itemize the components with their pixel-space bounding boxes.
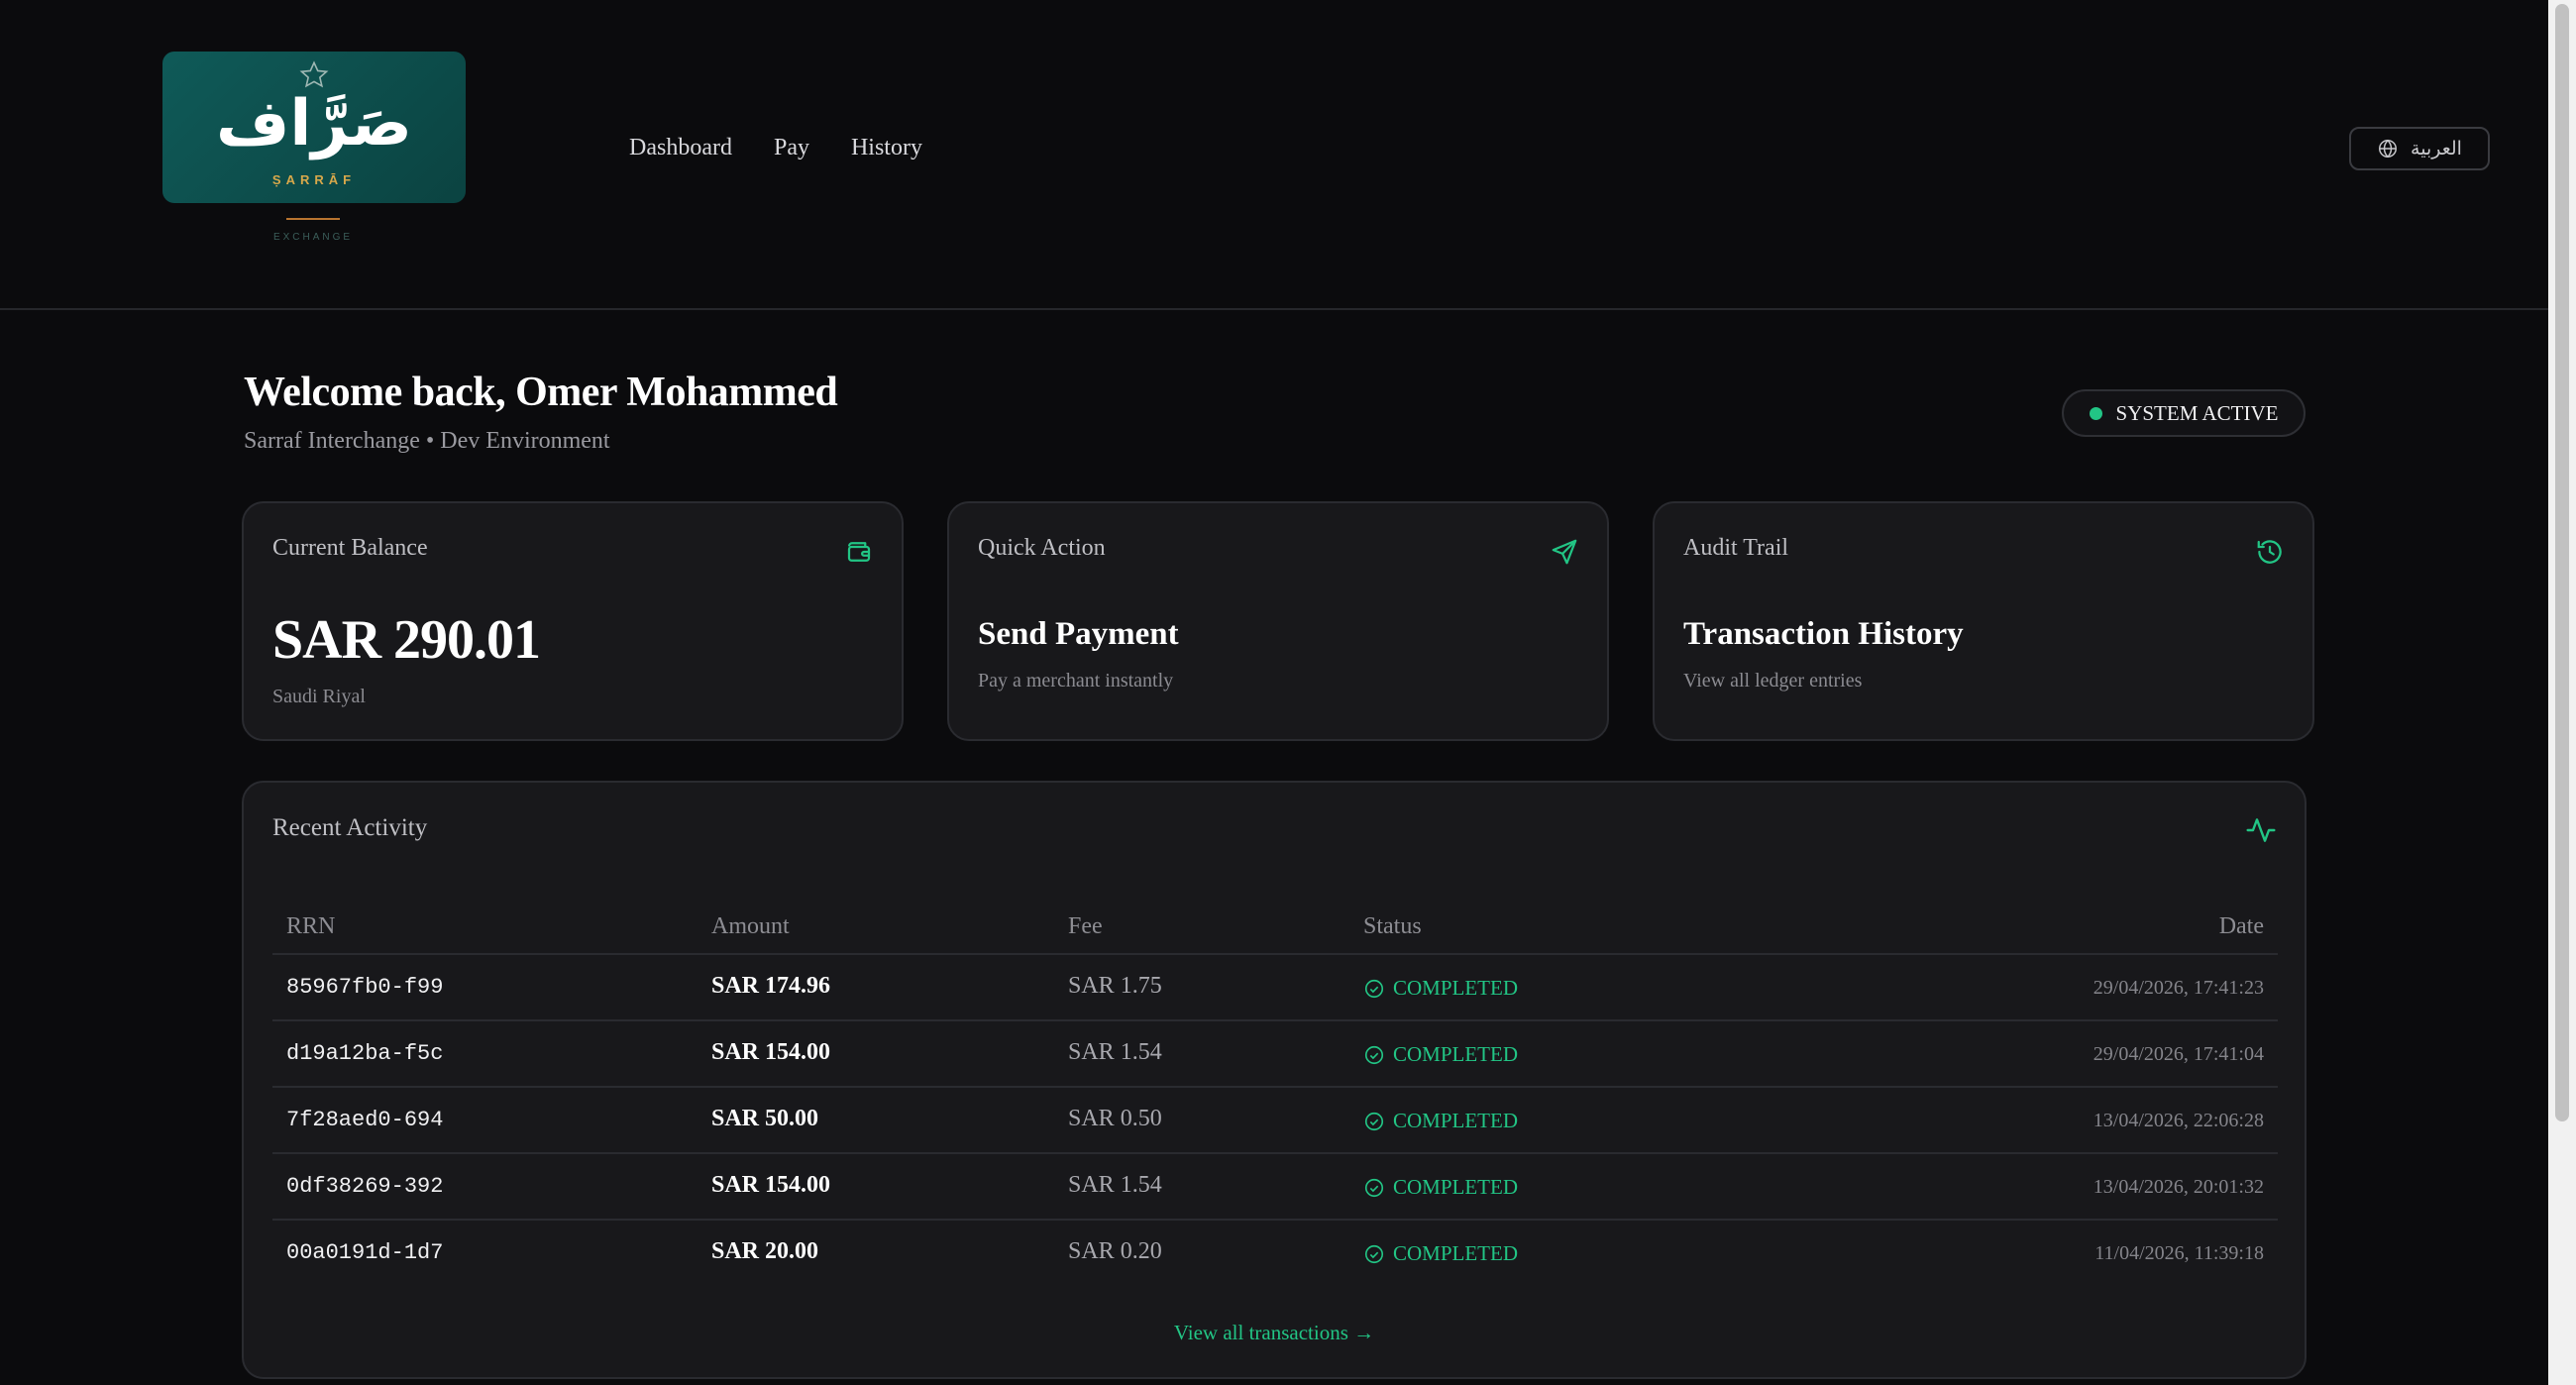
main-nav: Dashboard Pay History — [629, 135, 922, 161]
brand-logo[interactable]: صَرَّاف ṢARRĀF — [162, 52, 466, 203]
check-circle-icon — [1364, 1178, 1384, 1197]
nav-dashboard[interactable]: Dashboard — [629, 135, 732, 161]
balance-amount: SAR 290.01 — [272, 609, 541, 671]
language-toggle-button[interactable]: العربية — [2349, 127, 2490, 170]
row-date: 29/04/2026, 17:41:04 — [2093, 1043, 2264, 1065]
send-payment-card[interactable]: Quick Action Send Payment Pay a merchant… — [947, 501, 1609, 741]
transaction-history-card[interactable]: Audit Trail Transaction History View all… — [1653, 501, 2314, 741]
check-circle-icon — [1364, 1045, 1384, 1064]
nav-pay[interactable]: Pay — [774, 135, 809, 161]
row-amount: SAR 174.96 — [711, 973, 831, 999]
language-label: العربية — [2411, 138, 2462, 160]
status-dot-icon — [2089, 406, 2102, 420]
recent-activity-title: Recent Activity — [272, 814, 428, 841]
history-icon — [2257, 540, 2282, 564]
table-row[interactable]: 7f28aed0-694 SAR 50.00 SAR 0.50 COMPLETE… — [272, 1088, 2278, 1154]
row-rrn: d19a12ba-f5c — [286, 1041, 444, 1066]
send-payment-description: Pay a merchant instantly — [978, 670, 1174, 692]
row-date: 11/04/2026, 11:39:18 — [2094, 1242, 2264, 1264]
row-rrn: 0df38269-392 — [286, 1174, 444, 1199]
column-date: Date — [2218, 913, 2264, 939]
row-fee: SAR 0.20 — [1068, 1238, 1162, 1264]
brand-divider — [286, 218, 340, 220]
row-rrn: 00a0191d-1d7 — [286, 1240, 444, 1265]
globe-icon — [2379, 139, 2398, 159]
balance-card-label: Current Balance — [272, 535, 428, 561]
brand-tagline: EXCHANGE — [272, 232, 354, 243]
row-fee: SAR 0.50 — [1068, 1106, 1162, 1131]
row-amount: SAR 50.00 — [711, 1106, 819, 1131]
table-row[interactable]: 00a0191d-1d7 SAR 20.00 SAR 0.20 COMPLETE… — [272, 1221, 2278, 1285]
row-status: COMPLETED — [1363, 976, 1518, 1001]
quick-action-label: Quick Action — [978, 535, 1106, 561]
audit-trail-label: Audit Trail — [1683, 535, 1789, 561]
row-status-label: COMPLETED — [1393, 1241, 1518, 1265]
table-header: RRN Amount Fee Status Date — [272, 913, 2278, 955]
system-status-label: SYSTEM ACTIVE — [2115, 400, 2279, 425]
transaction-history-description: View all ledger entries — [1683, 670, 1863, 692]
welcome-subtitle: Sarraf Interchange • Dev Environment — [244, 428, 610, 454]
recent-activity-panel: Recent Activity RRN Amount Fee Status Da… — [242, 781, 2307, 1379]
check-circle-icon — [1364, 1244, 1384, 1263]
row-fee: SAR 1.54 — [1068, 1172, 1162, 1198]
check-circle-icon — [1364, 979, 1384, 998]
nav-history[interactable]: History — [851, 135, 922, 161]
row-fee: SAR 1.54 — [1068, 1039, 1162, 1065]
row-date: 29/04/2026, 17:41:23 — [2093, 977, 2264, 999]
send-payment-title: Send Payment — [978, 616, 1179, 652]
welcome-title: Welcome back, Omer Mohammed — [244, 370, 838, 415]
table-row[interactable]: 0df38269-392 SAR 154.00 SAR 1.54 COMPLET… — [272, 1154, 2278, 1221]
check-circle-icon — [1364, 1112, 1384, 1130]
row-date: 13/04/2026, 22:06:28 — [2093, 1110, 2264, 1131]
page-scrollbar[interactable] — [2548, 0, 2576, 1385]
transaction-history-title: Transaction History — [1683, 616, 1964, 652]
row-status-label: COMPLETED — [1393, 976, 1518, 1000]
column-fee: Fee — [1068, 913, 1103, 939]
table-row[interactable]: 85967fb0-f99 SAR 174.96 SAR 1.75 COMPLET… — [272, 955, 2278, 1021]
row-rrn: 85967fb0-f99 — [286, 975, 444, 1000]
row-status: COMPLETED — [1363, 1109, 1518, 1133]
row-status: COMPLETED — [1363, 1241, 1518, 1266]
activity-icon — [2246, 818, 2276, 842]
column-amount: Amount — [711, 913, 790, 939]
send-icon — [1552, 539, 1577, 565]
column-status: Status — [1363, 913, 1422, 939]
balance-card: Current Balance SAR 290.01 Saudi Riyal — [242, 501, 904, 741]
row-status-label: COMPLETED — [1393, 1042, 1518, 1066]
scrollbar-thumb[interactable] — [2555, 4, 2569, 1121]
balance-currency: Saudi Riyal — [272, 686, 366, 707]
wallet-icon — [847, 542, 871, 562]
system-status-badge: SYSTEM ACTIVE — [2062, 389, 2306, 437]
column-rrn: RRN — [286, 913, 336, 939]
row-status: COMPLETED — [1363, 1175, 1518, 1200]
row-rrn: 7f28aed0-694 — [286, 1108, 444, 1132]
row-status: COMPLETED — [1363, 1042, 1518, 1067]
row-amount: SAR 154.00 — [711, 1039, 831, 1065]
table-row[interactable]: d19a12ba-f5c SAR 154.00 SAR 1.54 COMPLET… — [272, 1021, 2278, 1088]
row-amount: SAR 20.00 — [711, 1238, 819, 1264]
brand-arabic-name: صَرَّاف — [216, 87, 412, 160]
row-status-label: COMPLETED — [1393, 1109, 1518, 1132]
row-fee: SAR 1.75 — [1068, 973, 1162, 999]
row-status-label: COMPLETED — [1393, 1175, 1518, 1199]
row-amount: SAR 154.00 — [711, 1172, 831, 1198]
view-all-transactions-link[interactable]: View all transactions → — [244, 1321, 2305, 1345]
brand-latin-name: ṢARRĀF — [271, 172, 357, 187]
row-date: 13/04/2026, 20:01:32 — [2093, 1176, 2264, 1198]
top-header: صَرَّاف ṢARRĀF EXCHANGE Dashboard Pay Hi… — [0, 0, 2548, 310]
